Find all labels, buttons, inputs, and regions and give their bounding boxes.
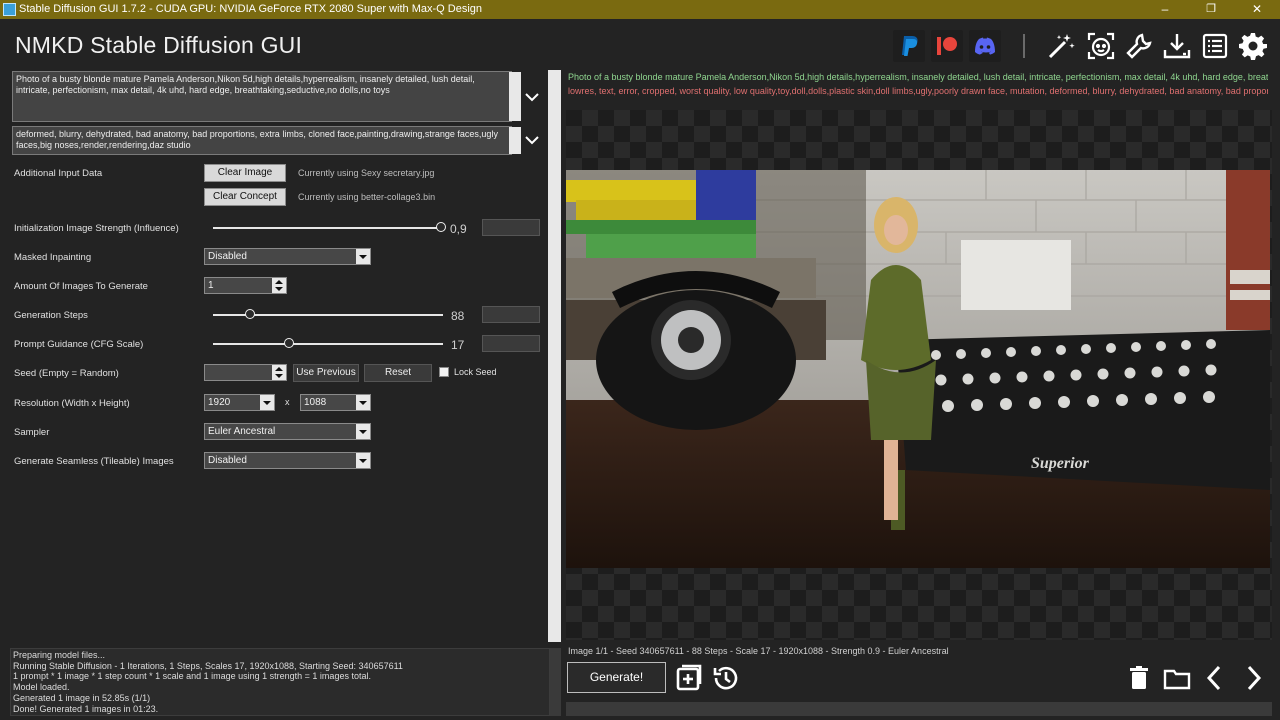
additional-input-label: Additional Input Data <box>14 168 103 179</box>
log-scrollbar[interactable] <box>550 648 561 716</box>
patreon-icon[interactable] <box>931 30 963 62</box>
init-strength-label: Initialization Image Strength (Influence… <box>14 223 179 234</box>
magic-wand-icon[interactable] <box>1045 30 1077 62</box>
steps-slider-thumb[interactable] <box>245 309 255 319</box>
log-output: Preparing model files... Running Stable … <box>10 648 550 716</box>
clear-image-button[interactable]: Clear Image <box>204 164 286 182</box>
width-value: 1920 <box>208 397 231 408</box>
spinner-arrows-icon[interactable] <box>272 365 286 380</box>
log-line: Running Stable Diffusion - 1 Iterations,… <box>13 660 403 671</box>
previous-icon[interactable] <box>1200 663 1230 693</box>
log-line: Model loaded. <box>13 682 70 693</box>
resolution-label: Resolution (Width x Height) <box>14 398 130 409</box>
close-button[interactable]: ✕ <box>1234 0 1280 19</box>
resolution-x-label: x <box>285 397 290 407</box>
amount-label: Amount Of Images To Generate <box>14 281 148 292</box>
image-info: Image 1/1 - Seed 340657611 - 88 Steps - … <box>568 646 949 656</box>
height-select[interactable]: 1088 <box>300 394 371 411</box>
init-strength-input[interactable] <box>482 219 540 236</box>
generated-image[interactable]: Superior <box>566 170 1270 568</box>
app-title: NMKD Stable Diffusion GUI <box>15 32 303 58</box>
spinner-arrows-icon[interactable] <box>272 278 286 293</box>
expand-negative-chevron-down-icon[interactable] <box>523 131 541 149</box>
lock-seed-label: Lock Seed <box>454 367 497 377</box>
height-value: 1088 <box>304 397 327 408</box>
progress-bar <box>566 702 1272 716</box>
typewriter-brand: Superior <box>1031 455 1090 472</box>
window-title-bar: Stable Diffusion GUI 1.7.2 - CUDA GPU: N… <box>0 0 1280 19</box>
seamless-label: Generate Seamless (Tileable) Images <box>14 456 174 467</box>
reset-seed-button[interactable]: Reset <box>364 364 432 382</box>
amount-spinner[interactable]: 1 <box>204 277 287 294</box>
delete-icon[interactable] <box>1124 663 1154 693</box>
use-previous-seed-button[interactable]: Use Previous <box>293 364 359 382</box>
add-to-queue-icon[interactable] <box>674 663 704 693</box>
seamless-select[interactable]: Disabled <box>204 452 371 469</box>
install-icon[interactable] <box>1161 30 1193 62</box>
toolbar-separator <box>1023 34 1025 58</box>
negative-preview-line: lowres, text, error, cropped, worst qual… <box>568 86 1268 96</box>
seamless-value: Disabled <box>208 455 247 466</box>
cfg-slider-track[interactable] <box>213 343 443 345</box>
current-image-note: Currently using Sexy secretary.jpg <box>298 168 435 178</box>
settings-scrollbar[interactable] <box>548 70 561 642</box>
seed-input[interactable] <box>204 364 287 381</box>
clear-concept-button[interactable]: Clear Concept <box>204 188 286 206</box>
masked-inpainting-select[interactable]: Disabled <box>204 248 371 265</box>
negative-prompt-scrollbar[interactable] <box>509 127 521 154</box>
steps-value: 88 <box>451 309 465 323</box>
dropdown-arrow-icon[interactable] <box>356 395 370 410</box>
app-icon <box>3 3 16 16</box>
init-strength-slider-track[interactable] <box>213 227 443 229</box>
window-title: Stable Diffusion GUI 1.7.2 - CUDA GPU: N… <box>19 3 482 15</box>
discord-icon[interactable] <box>969 30 1001 62</box>
dropdown-arrow-icon[interactable] <box>356 249 370 264</box>
expand-prompt-chevron-down-icon[interactable] <box>523 88 541 106</box>
minimize-button[interactable]: – <box>1142 0 1188 19</box>
lock-seed-checkbox[interactable] <box>439 367 449 377</box>
cfg-slider-thumb[interactable] <box>284 338 294 348</box>
seed-label: Seed (Empty = Random) <box>14 368 119 379</box>
sampler-value: Euler Ancestral <box>208 426 276 437</box>
prompt-preview-line: Photo of a busty blonde mature Pamela An… <box>568 72 1268 82</box>
steps-label: Generation Steps <box>14 310 88 321</box>
init-strength-slider-thumb[interactable] <box>436 222 446 232</box>
maximize-button[interactable]: ❐ <box>1188 0 1234 19</box>
log-line: 1 prompt * 1 image * 1 step count * 1 sc… <box>13 671 371 682</box>
list-icon[interactable] <box>1199 30 1231 62</box>
sampler-label: Sampler <box>14 427 50 438</box>
cfg-label: Prompt Guidance (CFG Scale) <box>14 339 144 350</box>
history-icon[interactable] <box>711 663 741 693</box>
wrench-icon[interactable] <box>1123 30 1155 62</box>
sampler-select[interactable]: Euler Ancestral <box>204 423 371 440</box>
init-strength-value: 0,9 <box>450 222 467 236</box>
masked-inpainting-value: Disabled <box>208 251 247 262</box>
face-restore-icon[interactable] <box>1085 30 1117 62</box>
steps-input[interactable] <box>482 306 540 323</box>
prompt-textarea[interactable]: Photo of a busty blonde mature Pamela An… <box>12 71 512 122</box>
current-concept-note: Currently using better-collage3.bin <box>298 192 436 202</box>
amount-value: 1 <box>208 280 214 291</box>
generate-button[interactable]: Generate! <box>567 662 666 693</box>
dropdown-arrow-icon[interactable] <box>260 395 274 410</box>
paypal-icon[interactable] <box>893 30 925 62</box>
dropdown-arrow-icon[interactable] <box>356 453 370 468</box>
log-line: Preparing model files... <box>13 650 106 660</box>
negative-prompt-textarea[interactable]: deformed, blurry, dehydrated, bad anatom… <box>12 126 512 155</box>
dropdown-arrow-icon[interactable] <box>356 424 370 439</box>
masked-inpainting-label: Masked Inpainting <box>14 252 92 263</box>
settings-icon[interactable] <box>1237 30 1269 62</box>
log-line: Done! Generated 1 images in 01:23. <box>13 703 159 714</box>
cfg-input[interactable] <box>482 335 540 352</box>
prompt-scrollbar[interactable] <box>509 72 521 121</box>
next-icon[interactable] <box>1238 663 1268 693</box>
cfg-value: 17 <box>451 338 465 352</box>
log-line: Generated 1 image in 52.85s (1/1) <box>13 692 151 703</box>
width-select[interactable]: 1920 <box>204 394 275 411</box>
prompt-preview: Photo of a busty blonde mature Pamela An… <box>568 70 1268 98</box>
open-folder-icon[interactable] <box>1162 663 1192 693</box>
